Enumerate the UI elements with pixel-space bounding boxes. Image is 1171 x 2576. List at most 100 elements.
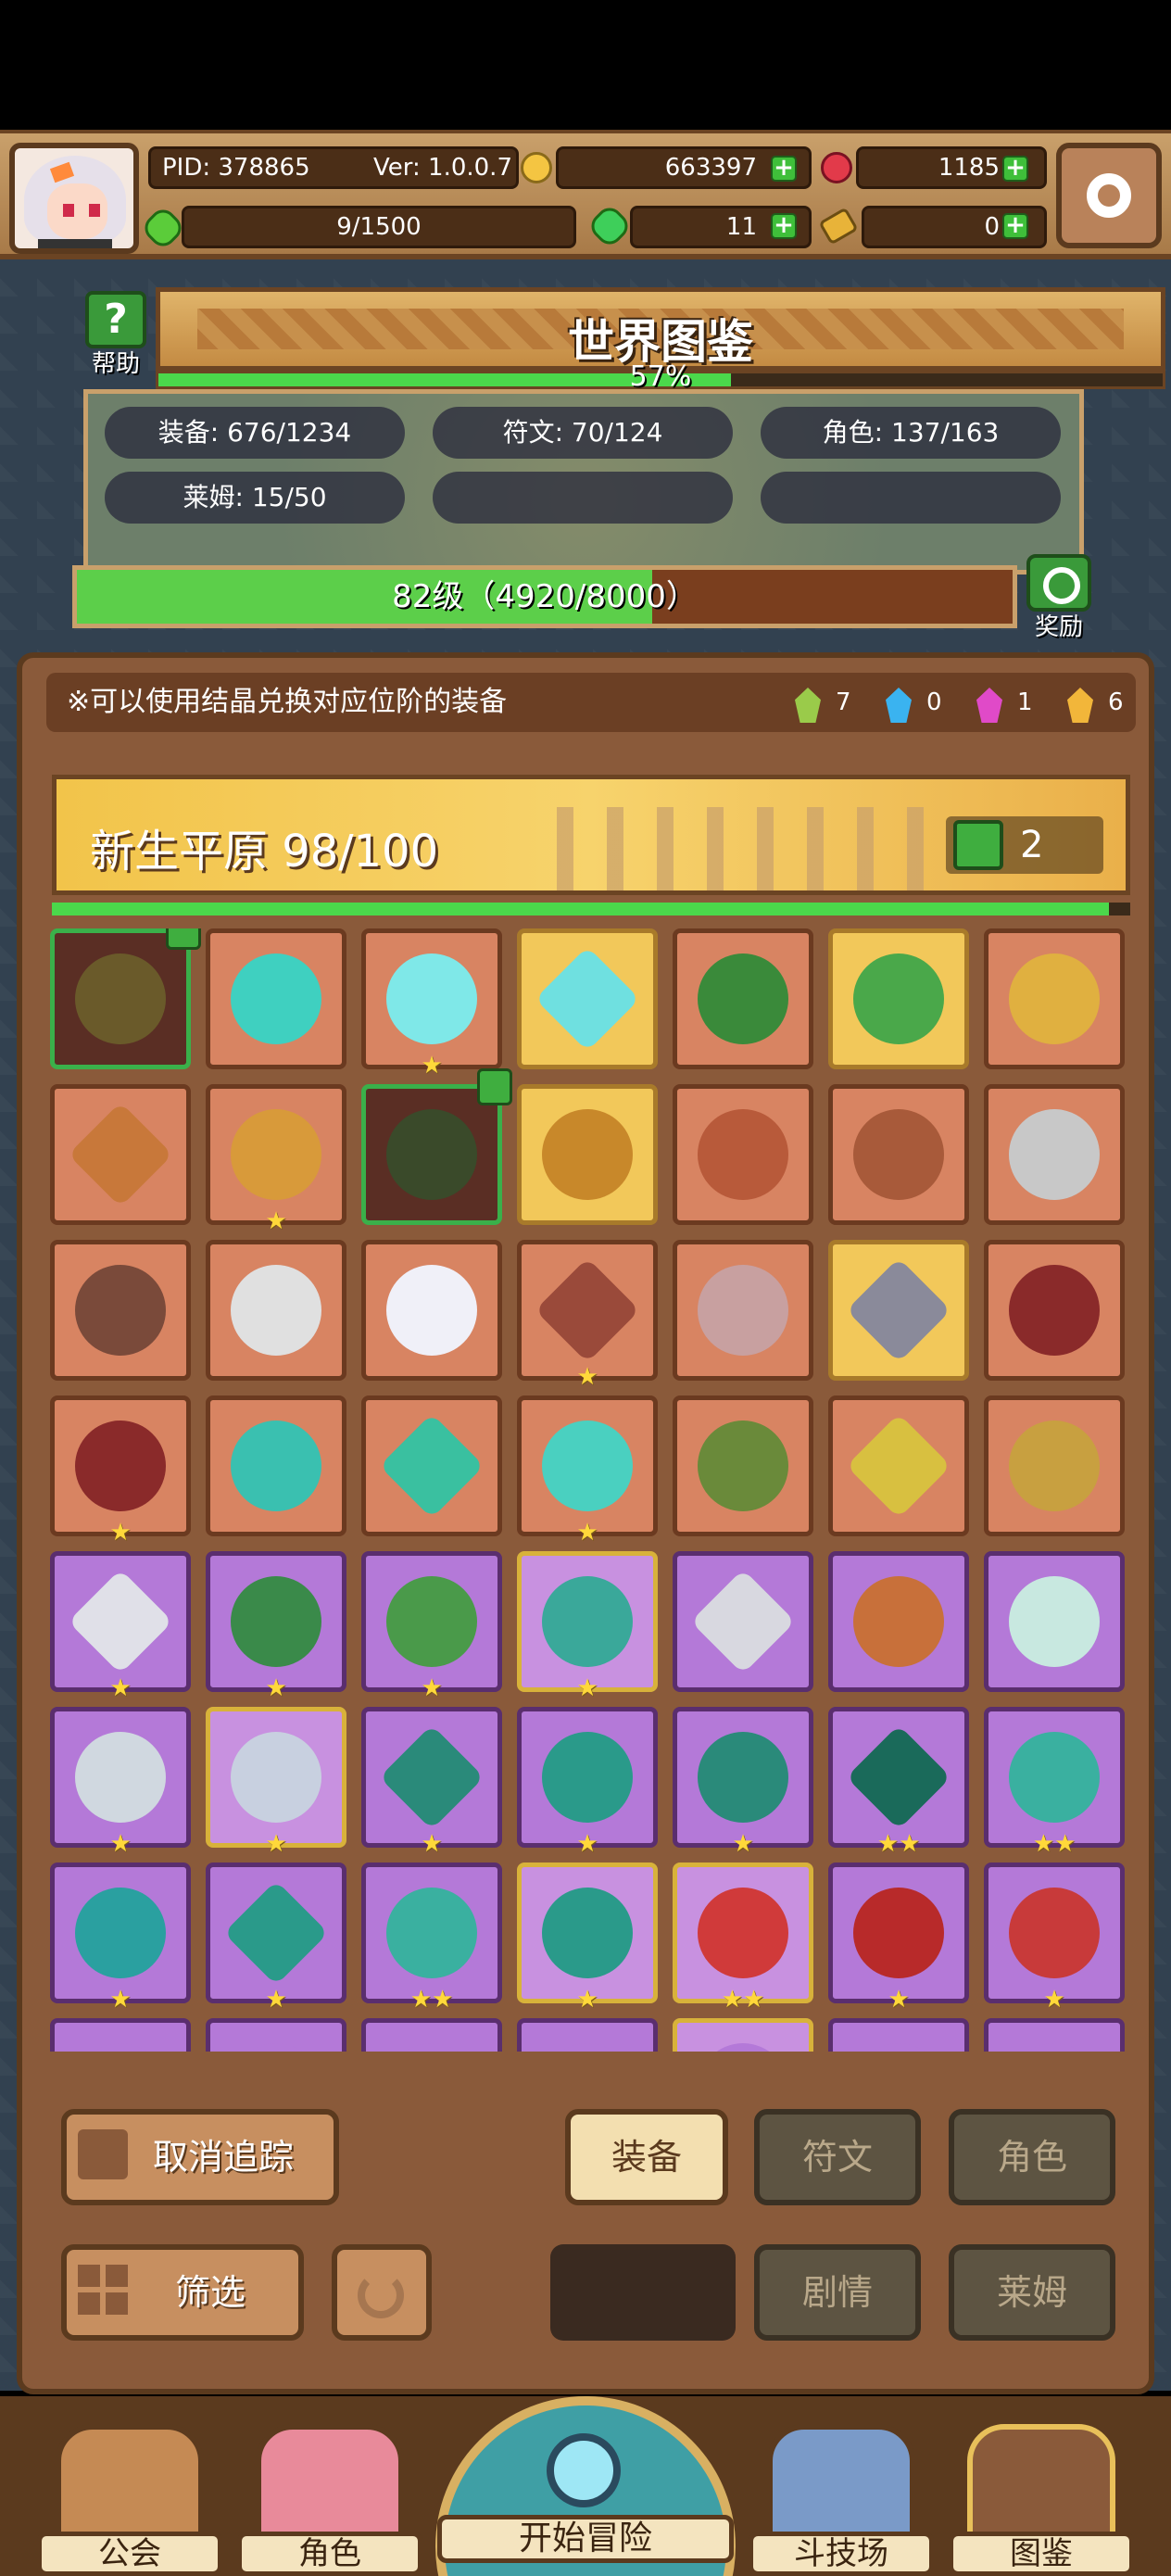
equipment-slot[interactable]	[828, 1395, 969, 1536]
equipment-slot[interactable]	[828, 1551, 969, 1692]
reward-button[interactable]: 奖励	[1017, 554, 1101, 641]
equipment-slot[interactable]	[984, 1240, 1125, 1381]
settings-button[interactable]	[1056, 143, 1162, 248]
equipment-slot[interactable]	[50, 1084, 191, 1225]
equipment-icon	[846, 1724, 951, 1830]
equipment-slot[interactable]	[50, 928, 201, 1069]
equipment-slot[interactable]	[984, 1551, 1125, 1692]
equipment-slot[interactable]	[517, 1084, 658, 1225]
player-avatar[interactable]	[9, 143, 139, 254]
equipment-slot[interactable]	[984, 1395, 1125, 1536]
tab-slimes[interactable]: 莱姆	[949, 2244, 1115, 2341]
untrack-button[interactable]: 取消追踪	[61, 2109, 339, 2205]
equipment-slot[interactable]	[828, 928, 969, 1069]
equipment-slot[interactable]	[984, 928, 1125, 1069]
equipment-slot[interactable]: ★★	[361, 1863, 502, 2012]
equipment-slot[interactable]	[50, 2018, 191, 2052]
equipment-icon	[1009, 1421, 1100, 1511]
equipment-slot[interactable]	[673, 1551, 813, 1692]
equipment-slot[interactable]	[206, 928, 346, 1069]
equipment-slot[interactable]	[361, 1240, 502, 1381]
equipment-slot[interactable]: ★★	[673, 1863, 813, 2012]
equipment-slot[interactable]: ★	[361, 928, 502, 1078]
rarity-stars: ★	[576, 1986, 598, 2014]
equipment-slot[interactable]	[673, 1084, 813, 1225]
equipment-slot[interactable]: ★	[828, 1863, 969, 2012]
equipment-slot[interactable]: ★★	[984, 1707, 1125, 1856]
tab-story[interactable]: 剧情	[754, 2244, 921, 2341]
equipment-slot[interactable]	[984, 2018, 1125, 2052]
equipment-slot[interactable]: ★★	[828, 1707, 969, 1856]
equipment-slot[interactable]: ★	[50, 1395, 191, 1545]
equipment-icon	[68, 1102, 173, 1207]
equipment-slot[interactable]	[361, 1395, 502, 1536]
area-banner[interactable]: 新生平原 98/100 2	[52, 775, 1130, 895]
crystal-count: 1	[1017, 688, 1033, 716]
equipment-slot[interactable]: ★	[206, 1084, 346, 1233]
reset-button[interactable]	[332, 2244, 432, 2341]
equipment-slot[interactable]: ★	[50, 1551, 191, 1700]
add-gem-button[interactable]: +	[1002, 156, 1028, 182]
area-like-counter[interactable]: 2	[946, 816, 1103, 874]
equipment-slot[interactable]: ★	[50, 1863, 191, 2012]
equipment-slot[interactable]: ★	[361, 1707, 502, 1856]
add-gold-button[interactable]: +	[771, 156, 797, 182]
equipment-icon	[698, 1888, 788, 1978]
equipment-slot[interactable]	[828, 2018, 969, 2052]
equipment-slot[interactable]	[361, 2018, 502, 2052]
tab-runes[interactable]: 符文	[754, 2109, 921, 2205]
empty-slot	[550, 2244, 736, 2341]
equipment-slot[interactable]	[673, 2018, 813, 2052]
equipment-slot[interactable]	[673, 1395, 813, 1536]
equipment-slot[interactable]	[517, 928, 658, 1069]
equipment-slot[interactable]	[673, 1240, 813, 1381]
equipment-slot[interactable]: ★	[517, 1551, 658, 1700]
rarity-stars: ★	[576, 1363, 598, 1391]
equipment-slot[interactable]: ★	[206, 1863, 346, 2012]
add-key-button[interactable]: +	[1002, 213, 1028, 239]
equipment-slot[interactable]: ★	[517, 1707, 658, 1856]
equipment-slot[interactable]: ★	[361, 1551, 502, 1700]
equipment-slot[interactable]: ★	[673, 1707, 813, 1856]
help-button[interactable]: ? 帮助	[78, 291, 154, 378]
equipment-slot[interactable]: ★	[984, 1863, 1125, 2012]
equipment-slot[interactable]: ★	[517, 1395, 658, 1545]
add-clover-button[interactable]: +	[771, 213, 797, 239]
codex-level-text: 82级（4920/8000）	[392, 578, 698, 615]
equipment-slot[interactable]	[828, 1084, 969, 1225]
equipment-slot[interactable]	[206, 1240, 346, 1381]
equipment-slot[interactable]: ★	[50, 1707, 191, 1856]
filter-button[interactable]: 筛选	[61, 2244, 304, 2341]
tab-characters[interactable]: 角色	[949, 2109, 1115, 2205]
tab-equipment[interactable]: 装备	[565, 2109, 728, 2205]
crystal-icon	[976, 688, 1002, 723]
equipment-slot[interactable]	[984, 1084, 1125, 1225]
rarity-stars: ★	[732, 1830, 754, 1858]
nav-codex[interactable]: 图鉴	[949, 2424, 1134, 2576]
equipment-slot[interactable]	[517, 2018, 658, 2052]
equipment-icon	[542, 1421, 633, 1511]
nav-start-adventure[interactable]: 开始冒险	[435, 2396, 736, 2576]
notice-bar: ※可以使用结晶兑换对应位阶的装备 7 0 1 6	[46, 673, 1136, 732]
nav-arena[interactable]: 斗技场	[749, 2424, 934, 2576]
equipment-icon	[231, 1109, 321, 1200]
nav-characters[interactable]: 角色	[237, 2424, 422, 2576]
equipment-slot[interactable]	[206, 2018, 346, 2052]
tab-runes-label: 符文	[801, 2137, 873, 2178]
equipment-slot[interactable]	[206, 1395, 346, 1536]
crystal-count: 6	[1108, 688, 1124, 716]
nav-guild[interactable]: 公会	[37, 2424, 222, 2576]
rarity-stars: ★	[888, 1986, 910, 2014]
equipment-slot[interactable]	[361, 1068, 512, 1225]
equipment-icon	[698, 1421, 788, 1511]
equipment-slot[interactable]: ★	[206, 1551, 346, 1700]
equipment-slot[interactable]	[828, 1240, 969, 1381]
equipment-slot[interactable]	[50, 1240, 191, 1381]
equipment-slot[interactable]	[673, 928, 813, 1069]
crystal-count: 7	[836, 688, 851, 716]
equipment-slot[interactable]: ★	[517, 1240, 658, 1389]
equipment-slot[interactable]: ★	[517, 1863, 658, 2012]
equipment-slot[interactable]: ★	[206, 1707, 346, 1856]
equipment-icon	[386, 1265, 477, 1356]
tracked-thumbs-up-icon	[166, 928, 201, 950]
